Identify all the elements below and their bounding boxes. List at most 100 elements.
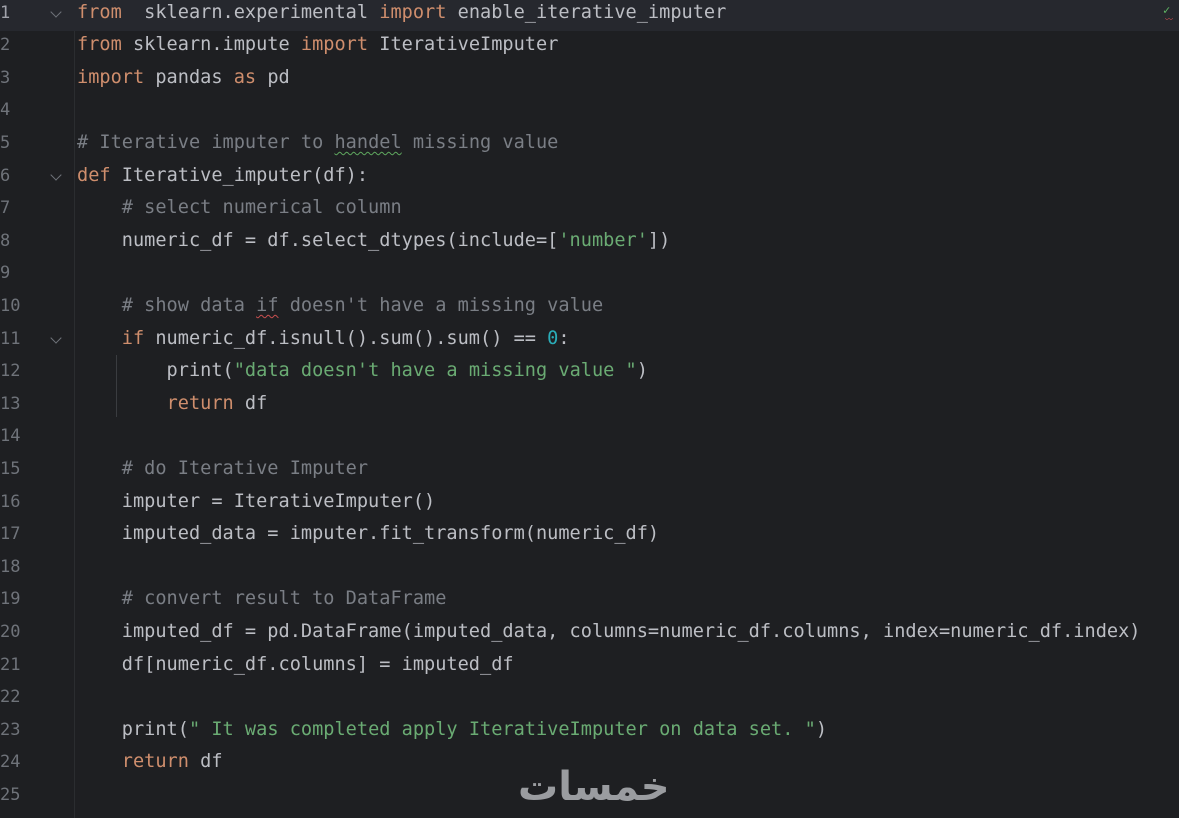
line-number: 8: [0, 230, 11, 251]
code-text[interactable]: imputed_data = imputer.fit_transform(num…: [77, 520, 659, 548]
code-line[interactable]: 19 # convert result to DataFrame: [0, 585, 1179, 618]
line-number: 22: [0, 687, 21, 708]
code-text[interactable]: imputed_df = pd.DataFrame(imputed_data, …: [77, 618, 1141, 646]
code-line[interactable]: 15 # do Iterative Imputer: [0, 455, 1179, 488]
code-token: "data doesn't have a missing value ": [233, 360, 637, 382]
line-number: 3: [0, 67, 11, 88]
code-token: # show data: [121, 294, 257, 316]
code-text[interactable]: imputer = IterativeImputer(): [77, 488, 435, 516]
code-text[interactable]: print(" It was completed apply Iterative…: [77, 716, 827, 744]
line-number: 21: [0, 654, 21, 675]
code-line[interactable]: 13 return df: [0, 390, 1179, 423]
line-number: 16: [0, 491, 21, 512]
code-line[interactable]: 22: [0, 683, 1179, 716]
code-text[interactable]: return df: [77, 390, 268, 418]
code-line[interactable]: 1 from sklearn.experimental import enable…: [0, 0, 1179, 31]
code-token: df[numeric_df.columns] = imputed_df: [77, 653, 514, 675]
code-line[interactable]: 16 imputer = IterativeImputer(): [0, 488, 1179, 521]
indent-guide: [116, 355, 117, 417]
code-token: # select numerical column: [121, 197, 402, 219]
code-token: :: [558, 327, 570, 349]
code-token: missing value: [401, 131, 559, 153]
code-text[interactable]: # select numerical column: [77, 194, 402, 222]
code-token: import: [300, 34, 369, 56]
code-token: numeric_df = df.select_dtypes(include=[: [77, 229, 559, 251]
line-number: 20: [0, 621, 21, 642]
code-token: imputer = IterativeImputer(): [77, 490, 436, 512]
code-editor[interactable]: 1 from sklearn.experimental import enable…: [0, 0, 1179, 818]
code-text[interactable]: numeric_df = df.select_dtypes(include=['…: [77, 227, 671, 255]
code-token: 0: [547, 327, 559, 349]
code-line[interactable]: 2 from sklearn.impute import IterativeImp…: [0, 31, 1179, 64]
code-line[interactable]: 4: [0, 96, 1179, 129]
code-line[interactable]: 21 df[numeric_df.columns] = imputed_df: [0, 651, 1179, 684]
code-text[interactable]: df[numeric_df.columns] = imputed_df: [77, 651, 514, 679]
code-line[interactable]: 12 print("data doesn't have a missing va…: [0, 357, 1179, 390]
fold-chevron-icon[interactable]: [50, 331, 62, 344]
line-number: 9: [0, 263, 11, 284]
fold-chevron-icon[interactable]: [50, 5, 62, 18]
code-text[interactable]: from sklearn.impute import IterativeImpu…: [77, 31, 558, 59]
code-token: IterativeImputer: [368, 34, 559, 56]
code-line[interactable]: 7 # select numerical column: [0, 194, 1179, 227]
code-line[interactable]: 10 # show data if doesn't have a missing…: [0, 292, 1179, 325]
code-text[interactable]: from sklearn.experimental import enable_…: [77, 0, 726, 27]
code-line[interactable]: 17 imputed_data = imputer.fit_transform(…: [0, 520, 1179, 553]
code-token: enable_iterative_imputer: [446, 1, 727, 23]
code-line[interactable]: 5 # Iterative imputer to handel missing v…: [0, 129, 1179, 162]
code-token: imputed_data = imputer.fit_transform(num…: [77, 523, 660, 545]
code-text[interactable]: return df: [77, 748, 223, 776]
code-token: imputed_df = pd.DataFrame(imputed_data, …: [77, 620, 1141, 642]
code-token: if: [121, 327, 145, 349]
line-number: 24: [0, 752, 21, 773]
line-number: 17: [0, 524, 21, 545]
line-number: 6: [0, 165, 11, 186]
code-token: # convert result to DataFrame: [121, 588, 447, 610]
line-number: 1: [0, 2, 11, 23]
code-line[interactable]: 23 print(" It was completed apply Iterat…: [0, 716, 1179, 749]
code-line[interactable]: 11 if numeric_df.isnull().sum().sum() ==…: [0, 325, 1179, 358]
code-token: sklearn.experimental: [121, 1, 380, 23]
code-text[interactable]: # show data if doesn't have a missing va…: [77, 292, 603, 320]
code-line[interactable]: 3 import pandas as pd: [0, 64, 1179, 97]
code-line[interactable]: 9: [0, 259, 1179, 292]
code-line[interactable]: 8 numeric_df = df.select_dtypes(include=…: [0, 227, 1179, 260]
line-number: 23: [0, 719, 21, 740]
code-token: # do Iterative Imputer: [121, 457, 369, 479]
code-text[interactable]: import pandas as pd: [77, 64, 290, 92]
line-number: 13: [0, 393, 21, 414]
code-text[interactable]: if numeric_df.isnull().sum().sum() == 0:: [77, 325, 570, 353]
code-line[interactable]: 20 imputed_df = pd.DataFrame(imputed_dat…: [0, 618, 1179, 651]
line-number: 5: [0, 132, 11, 153]
code-token: " It was completed apply IterativeImpute…: [188, 718, 816, 740]
code-token: from: [77, 34, 122, 56]
line-number: 14: [0, 426, 21, 447]
code-line[interactable]: 18: [0, 553, 1179, 586]
code-line[interactable]: 14: [0, 422, 1179, 455]
code-token: 'number': [558, 229, 648, 251]
code-text[interactable]: # convert result to DataFrame: [77, 585, 447, 613]
line-number: 2: [0, 35, 11, 56]
code-token: import: [77, 66, 145, 88]
line-number: 18: [0, 556, 21, 577]
code-text[interactable]: print("data doesn't have a missing value…: [77, 357, 648, 385]
code-text[interactable]: # do Iterative Imputer: [77, 455, 368, 483]
code-token: as: [233, 66, 257, 88]
warning-squiggle-icon: 〰: [1165, 15, 1173, 24]
code-token: ): [815, 718, 828, 740]
line-number: 10: [0, 295, 21, 316]
code-text[interactable]: def Iterative_imputer(df):: [77, 162, 368, 190]
code-token: Iterative_imputer(df):: [110, 164, 369, 186]
fold-chevron-icon[interactable]: [50, 168, 62, 181]
inspection-status-icon[interactable]: ✓ 〰: [1163, 3, 1173, 24]
line-number: 25: [0, 784, 21, 805]
code-text[interactable]: # Iterative imputer to handel missing va…: [77, 129, 558, 157]
code-token: handel: [334, 131, 402, 153]
watermark-logo: خمسات: [518, 764, 671, 810]
code-line[interactable]: 6 def Iterative_imputer(df):: [0, 162, 1179, 195]
code-token: def: [77, 164, 111, 186]
